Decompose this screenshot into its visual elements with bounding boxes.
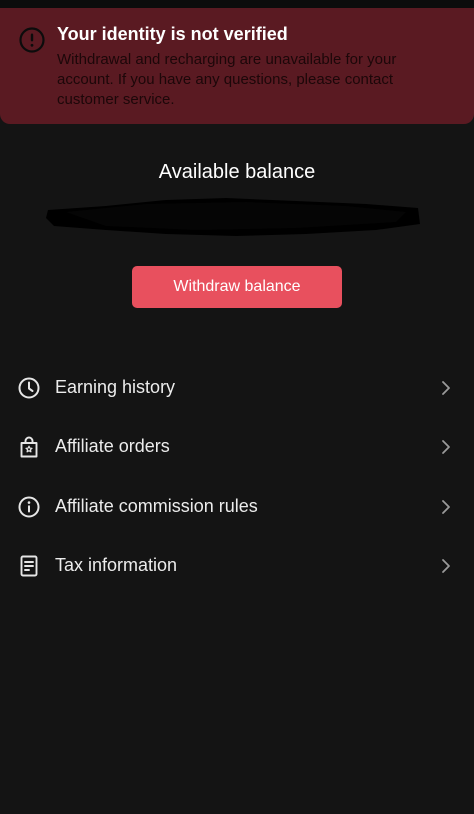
available-balance-title: Available balance xyxy=(158,161,316,183)
menu-item-label: Tax information xyxy=(55,555,178,575)
menu-item-earning-history[interactable]: Earning history xyxy=(0,363,474,413)
menu-item-tax-information[interactable]: Tax information xyxy=(0,541,474,591)
menu-item-affiliate-commission-rules[interactable]: Affiliate commission rules xyxy=(0,482,474,532)
withdraw-balance-button[interactable]: Withdraw balance xyxy=(132,266,342,308)
chevron-right-icon xyxy=(442,500,450,514)
status-bar-area xyxy=(0,0,474,8)
chevron-right-icon xyxy=(442,440,450,454)
chevron-right-icon xyxy=(442,559,450,573)
info-circle-icon xyxy=(18,496,40,518)
clock-icon xyxy=(18,377,40,399)
alert-message: Withdrawal and recharging are unavailabl… xyxy=(57,51,397,108)
exclamation-circle-icon xyxy=(19,27,45,53)
menu-item-label: Earning history xyxy=(55,377,176,397)
alert-title: Your identity is not verified xyxy=(57,24,288,44)
menu-item-label: Affiliate orders xyxy=(55,436,170,456)
menu-item-affiliate-orders[interactable]: Affiliate orders xyxy=(0,422,474,472)
chevron-right-icon xyxy=(442,381,450,395)
identity-alert-banner: Your identity is not verified Withdrawal… xyxy=(0,8,474,124)
redacted-balance-amount xyxy=(46,198,420,236)
menu-item-label: Affiliate commission rules xyxy=(55,496,258,516)
shopping-bag-icon xyxy=(20,436,38,458)
document-icon xyxy=(20,555,38,577)
